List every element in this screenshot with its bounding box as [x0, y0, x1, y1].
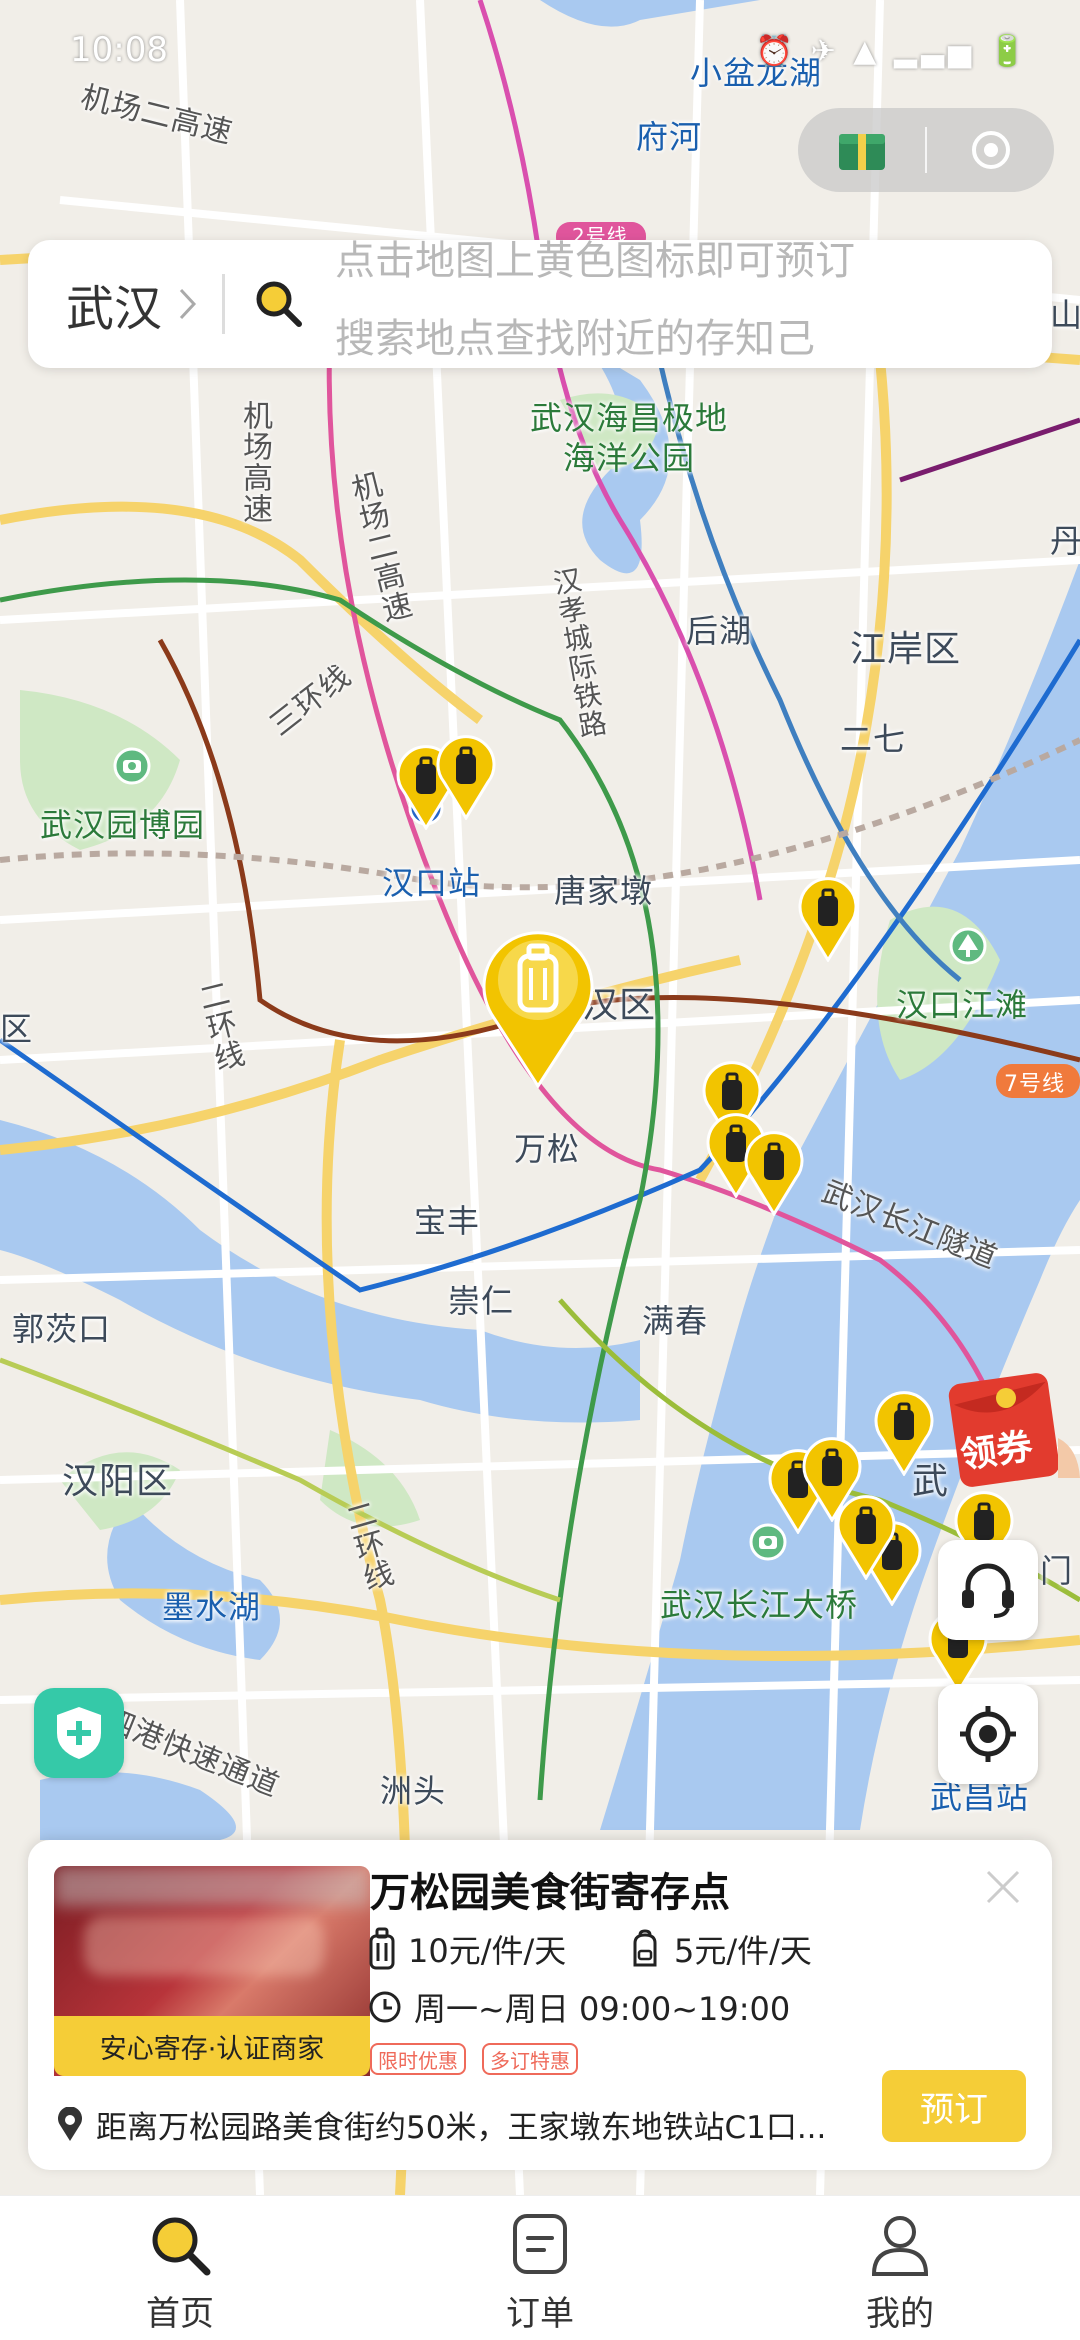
trust-badge: 安心寄存·认证商家: [54, 2016, 370, 2076]
luggage-storage-marker[interactable]: [872, 1390, 936, 1476]
customer-service-button[interactable]: [938, 1540, 1038, 1640]
map-label-area: 洲头: [380, 1772, 447, 1810]
nav-tab-orders[interactable]: 订单: [360, 2196, 720, 2340]
map-label-area: 后湖: [686, 612, 753, 650]
map-label-area: 山: [1050, 296, 1080, 334]
gift-box-icon: [838, 134, 885, 170]
map-label-area: 郭茨口: [12, 1310, 112, 1348]
capsule-close-button[interactable]: [927, 108, 1054, 192]
suitcase-icon: [369, 1927, 395, 1970]
location-pin-icon: [58, 2106, 82, 2141]
price-small-luggage: 5元/件/天: [628, 1926, 812, 1972]
shield-plus-icon: [57, 1707, 101, 1759]
status-bar: 10:08 ⏰ ✈ ▲ ▂▃▅ 🔋: [0, 0, 1080, 110]
insurance-shield-button[interactable]: [34, 1688, 124, 1778]
chevron-right-icon: [179, 288, 197, 320]
luggage-storage-marker[interactable]: [742, 1130, 806, 1216]
map-label-area: 万松: [514, 1130, 581, 1168]
luggage-storage-marker[interactable]: [834, 1494, 898, 1580]
business-hours-text: 周一~周日 09:00~19:00: [414, 1990, 791, 2028]
metro-line-7-badge: 7号线: [1004, 1072, 1065, 1097]
search-hint-line: 搜索地点查找附近的存知己: [335, 316, 816, 362]
map-label-district: 江岸区: [850, 629, 962, 670]
map-label-park: 武汉园博园: [40, 806, 206, 844]
map-label-area: 二七: [840, 720, 907, 758]
price-large-text: 10元/件/天: [408, 1932, 567, 1970]
search-bar: 武汉 点击地图上黄色图标即可预订 搜索地点查找附近的存知己: [28, 240, 1052, 368]
search-icon: [152, 2217, 211, 2276]
luggage-storage-marker[interactable]: [434, 734, 498, 820]
nav-label-orders: 订单: [506, 2294, 574, 2334]
map-label-district: 汉阳区: [62, 1461, 174, 1502]
nav-label-home: 首页: [146, 2294, 214, 2334]
status-time: 10:08: [70, 30, 168, 70]
map-label-station: 汉口站: [382, 864, 482, 902]
store-info-card[interactable]: 安心寄存·认证商家 万松园美食街寄存点 10元/件/天 5元/件/天 周一~周日…: [28, 1840, 1052, 2170]
business-hours: 周一~周日 09:00~19:00: [368, 1984, 790, 2030]
clock-icon: [369, 1991, 401, 2023]
nav-tab-mine[interactable]: 我的: [720, 2196, 1080, 2340]
target-circle-icon: [971, 131, 1010, 169]
store-address-text: 距离万松园路美食街约50米，王家墩东地铁站C1口...: [96, 2110, 827, 2146]
capsule-menu-button[interactable]: [798, 108, 925, 192]
mini-program-capsule: [798, 108, 1054, 192]
store-address: 距离万松园路美食街约50米，王家墩东地铁站C1口...: [56, 2102, 886, 2147]
city-name: 武汉: [66, 281, 163, 337]
map-label-bridge: 武汉长江大桥: [660, 1586, 859, 1624]
price-large-luggage: 10元/件/天: [368, 1926, 566, 1972]
city-selector[interactable]: 武汉: [28, 240, 198, 368]
map-label-river: 府河: [636, 118, 703, 156]
promo-tag: 多订特惠: [482, 2043, 578, 2075]
headset-icon: [962, 1563, 1014, 1618]
order-list-icon: [513, 2214, 567, 2274]
coupon-label: 领券: [957, 1426, 1036, 1477]
price-small-text: 5元/件/天: [674, 1932, 812, 1970]
store-name: 万松园美食街寄存点: [370, 1870, 730, 1916]
search-icon[interactable]: [253, 278, 305, 330]
backpack-icon: [633, 1929, 657, 1967]
user-profile-icon: [871, 2216, 929, 2276]
map-label-area: 区: [0, 1010, 34, 1048]
map-label-road: 机场高速: [237, 400, 272, 524]
scenic-spot-icon: [113, 747, 151, 785]
map-label-park: 武汉海昌极地 海洋公园: [530, 399, 729, 477]
map-label-lake: 墨水湖: [162, 1588, 262, 1626]
search-divider: [222, 274, 226, 334]
search-input[interactable]: 点击地图上黄色图标即可预订 搜索地点查找附近的存知己: [335, 240, 1052, 368]
map-label-area: 丹: [1050, 522, 1080, 560]
locate-icon: [960, 1706, 1016, 1762]
locate-me-button[interactable]: [938, 1684, 1038, 1784]
status-icons: ⏰ ✈ ▲ ▂▃▅ 🔋: [755, 34, 1030, 69]
map-label-park: 汉口江滩: [896, 986, 1029, 1024]
search-hint-line: 点击地图上黄色图标即可预订: [335, 240, 856, 284]
promo-tag: 限时优惠: [370, 2043, 466, 2075]
book-button[interactable]: 预订: [882, 2070, 1026, 2142]
park-tree-icon: [949, 927, 987, 965]
nav-tab-home[interactable]: 首页: [0, 2196, 360, 2340]
map-label-area: 唐家墩: [554, 872, 654, 910]
coupon-button[interactable]: 领券: [948, 1368, 1080, 1494]
map-label-area: 满春: [642, 1302, 709, 1340]
luggage-storage-marker[interactable]: [796, 876, 860, 962]
selected-storage-marker[interactable]: [476, 922, 600, 1090]
bottom-navigation: 首页 订单 我的: [0, 2195, 1080, 2340]
close-icon[interactable]: [978, 1862, 1028, 1912]
map-label-area: 崇仁: [448, 1282, 515, 1320]
map-label-area: 门: [1040, 1552, 1074, 1590]
nav-label-mine: 我的: [866, 2294, 934, 2334]
map-label-area: 宝丰: [414, 1202, 481, 1240]
